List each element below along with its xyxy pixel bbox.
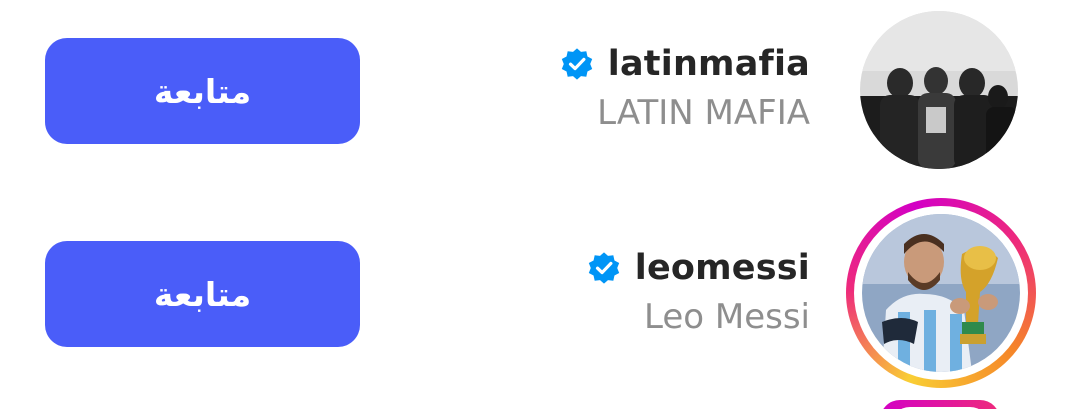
avatar[interactable] <box>846 198 1036 388</box>
verified-badge-icon <box>561 48 592 80</box>
user-info[interactable]: latinmafia LATIN MAFIA <box>558 39 810 135</box>
username: leomessi <box>634 248 810 288</box>
follow-button[interactable]: متابعة <box>45 241 360 347</box>
user-info[interactable]: leomessi Leo Messi <box>585 243 810 339</box>
follow-button-label: متابعة <box>153 71 252 111</box>
list-item[interactable]: متابعة latinmafia LATIN MAFIA <box>0 9 1070 179</box>
profile-photo <box>862 214 1020 372</box>
verified-badge-icon <box>588 252 619 284</box>
username: latinmafia <box>607 44 810 84</box>
next-story-ring <box>880 400 1000 409</box>
player-with-trophy-image <box>862 214 1020 372</box>
follow-button-label: متابعة <box>153 274 252 314</box>
list-item[interactable]: متابعة leomessi Leo Messi <box>0 198 1070 388</box>
profile-photo <box>860 11 1018 169</box>
username-line: leomessi <box>585 243 810 293</box>
avatar[interactable] <box>860 11 1020 171</box>
suggested-accounts-list: متابعة latinmafia LATIN MAFIA متابعة leo… <box>0 0 1070 409</box>
full-name: LATIN MAFIA <box>597 93 810 133</box>
full-name: Leo Messi <box>644 297 810 337</box>
follow-button[interactable]: متابعة <box>45 38 360 144</box>
band-photo-image <box>860 11 1018 169</box>
username-line: latinmafia <box>558 39 810 89</box>
